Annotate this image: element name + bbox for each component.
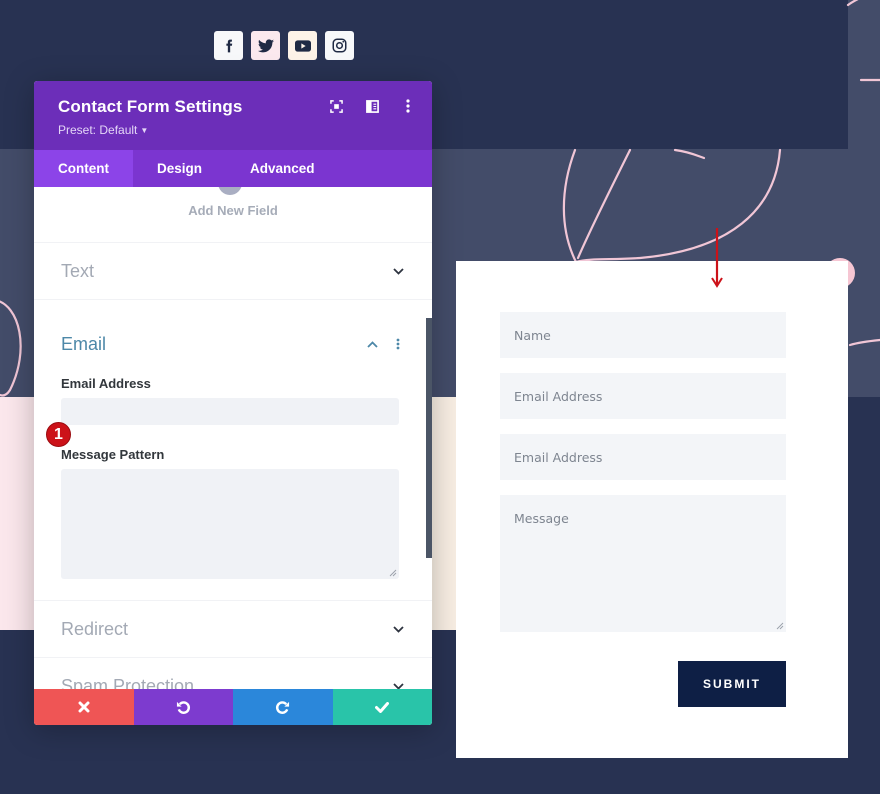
focus-icon [329, 99, 343, 113]
close-icon [78, 701, 90, 713]
resize-handle-icon[interactable] [776, 622, 784, 630]
tab-content[interactable]: Content [34, 150, 133, 187]
redo-icon [276, 700, 290, 714]
toggle-email-title: Email [61, 333, 107, 354]
chevron-down-icon [391, 622, 405, 636]
annotation-arrow-icon [711, 228, 723, 288]
toggle-redirect-header[interactable]: Redirect [34, 601, 432, 657]
kebab-menu-icon [396, 338, 400, 350]
message-pattern-label: Message Pattern [61, 447, 165, 462]
toggle-email-header[interactable]: Email [34, 300, 432, 372]
sidebar-layout-icon [365, 99, 379, 113]
chevron-down-icon [391, 264, 405, 278]
add-new-field: Add New Field [34, 187, 432, 243]
page-pink-block [0, 397, 34, 630]
redo-button[interactable] [233, 689, 333, 725]
toggle-spam-header[interactable]: Spam Protection [34, 658, 432, 689]
email-field-2[interactable]: Email Address [500, 434, 786, 480]
focus-mode-button[interactable] [328, 98, 344, 114]
save-button[interactable] [332, 689, 432, 725]
toggle-text: Text [34, 243, 432, 300]
chevron-up-icon [365, 337, 379, 351]
social-links [214, 31, 354, 60]
instagram-icon [332, 38, 347, 53]
panel-tabs: Content Design Advanced [34, 150, 432, 187]
twitter-button[interactable] [251, 31, 280, 60]
add-field-icon[interactable] [218, 187, 242, 195]
youtube-button[interactable] [288, 31, 317, 60]
panel-header-actions [328, 98, 416, 114]
message-textarea[interactable]: Message [500, 495, 786, 632]
toggle-text-header[interactable]: Text [34, 243, 432, 299]
panel-scrollbar[interactable] [426, 318, 432, 558]
discard-button[interactable] [34, 689, 134, 725]
sidebar-toggle-button[interactable] [364, 98, 380, 114]
chevron-down-icon [391, 679, 405, 689]
page-cream-block [432, 397, 456, 630]
submit-button[interactable]: SUBMIT [678, 661, 786, 707]
toggle-text-title: Text [61, 260, 95, 281]
add-new-field-button[interactable]: Add New Field [34, 203, 432, 218]
panel-body: Add New Field Text Email Email Address M… [34, 187, 432, 689]
message-pattern-textarea[interactable] [61, 469, 399, 579]
toggle-spam-protection: Spam Protection [34, 658, 432, 689]
facebook-icon [225, 39, 232, 52]
step-number-badge: 1 [46, 422, 71, 447]
facebook-button[interactable] [214, 31, 243, 60]
email-field[interactable]: Email Address [500, 373, 786, 419]
checkmark-icon [375, 701, 390, 713]
toggle-redirect-title: Redirect [61, 618, 129, 639]
youtube-icon [294, 39, 311, 52]
module-settings-panel: Contact Form Settings Preset: Default ▼ C… [34, 81, 432, 725]
instagram-button[interactable] [325, 31, 354, 60]
tab-advanced[interactable]: Advanced [226, 150, 339, 187]
toggle-spam-title: Spam Protection [61, 675, 195, 690]
caret-down-icon: ▼ [140, 126, 149, 135]
preset-selector[interactable]: Preset: Default ▼ [58, 123, 148, 137]
name-field[interactable]: Name [500, 312, 786, 358]
resize-handle-icon[interactable] [389, 569, 397, 577]
message-placeholder: Message [514, 511, 569, 526]
twitter-icon [257, 38, 274, 52]
preset-label: Preset: Default [58, 123, 138, 137]
undo-button[interactable] [133, 689, 233, 725]
toggle-options-button[interactable] [391, 337, 405, 351]
tab-design[interactable]: Design [133, 150, 226, 187]
toggle-email: Email Email Address Message Pattern 1 [34, 300, 432, 601]
panel-footer [34, 689, 432, 725]
toggle-redirect: Redirect [34, 601, 432, 658]
email-address-input[interactable] [61, 398, 399, 425]
kebab-menu-icon [406, 99, 410, 113]
panel-header: Contact Form Settings Preset: Default ▼ [34, 81, 432, 150]
email-address-label: Email Address [61, 376, 151, 391]
undo-icon [176, 700, 190, 714]
contact-form-preview: Name Email Address Email Address Message… [456, 261, 848, 758]
more-options-button[interactable] [400, 98, 416, 114]
